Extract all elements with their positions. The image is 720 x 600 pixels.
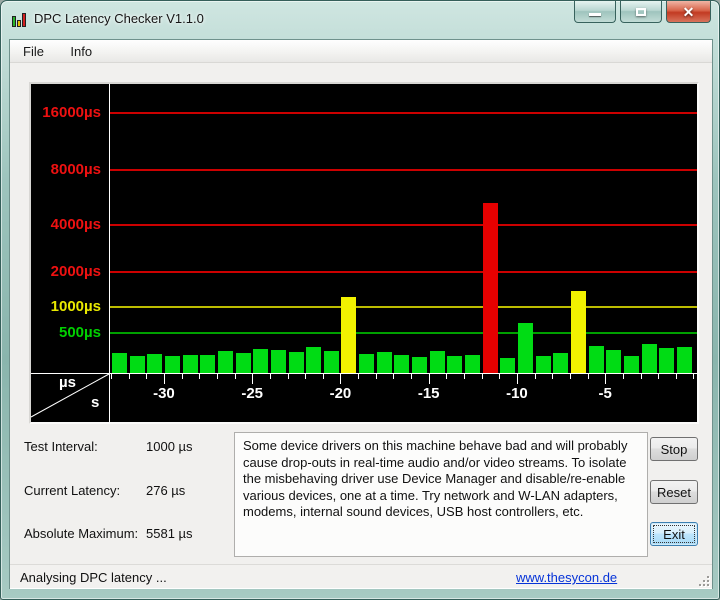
absolute-maximum-label: Absolute Maximum:: [24, 526, 139, 541]
maximize-button[interactable]: [620, 1, 662, 23]
test-interval-label: Test Interval:: [24, 439, 98, 454]
close-button[interactable]: ✕: [666, 1, 711, 23]
menu-file[interactable]: File: [14, 40, 53, 59]
absolute-maximum-value: 5581 µs: [146, 526, 193, 541]
status-text: Analysing DPC latency ...: [20, 570, 167, 585]
window-title: DPC Latency Checker V1.1.0: [34, 11, 204, 26]
current-latency-value: 276 µs: [146, 483, 186, 498]
minimize-icon: [589, 13, 601, 16]
axis-corner-diagonal: [31, 373, 110, 418]
current-latency-label: Current Latency:: [24, 483, 121, 498]
minimize-button[interactable]: [574, 1, 616, 23]
icon-red-bar: [22, 13, 26, 27]
resize-grip-icon[interactable]: [697, 574, 709, 586]
stop-button[interactable]: Stop: [650, 437, 698, 461]
website-link[interactable]: www.thesycon.de: [516, 570, 617, 585]
window-controls: ✕: [574, 1, 711, 25]
advice-text-box: Some device drivers on this machine beha…: [234, 432, 648, 557]
latency-chart: 16000µs 8000µs 4000µs 2000µs 1000µs 500µs -30-…: [31, 84, 697, 422]
icon-green-bar: [12, 16, 16, 27]
client-area: File Info 16000µs 8000µs 4000µs 2000µs 1000µ…: [9, 39, 713, 589]
status-bar: Analysing DPC latency ... www.thesycon.d…: [10, 564, 712, 589]
y-unit-label: µs: [59, 374, 76, 391]
test-interval-value: 1000 µs: [146, 439, 193, 454]
x-unit-label: s: [91, 394, 100, 411]
icon-yellow-bar: [17, 20, 21, 27]
menu-bar: File Info: [10, 40, 712, 63]
title-bar[interactable]: DPC Latency Checker V1.1.0 ✕: [1, 1, 719, 39]
maximize-icon: [636, 7, 646, 16]
menu-info[interactable]: Info: [61, 40, 101, 59]
app-icon: [12, 11, 29, 28]
exit-button[interactable]: Exit: [650, 522, 698, 546]
latency-chart-panel: 16000µs 8000µs 4000µs 2000µs 1000µs 500µs -30-…: [29, 82, 699, 424]
close-icon: ✕: [682, 3, 695, 20]
reset-button[interactable]: Reset: [650, 480, 698, 504]
app-window: DPC Latency Checker V1.1.0 ✕ File Info 1…: [0, 0, 720, 600]
